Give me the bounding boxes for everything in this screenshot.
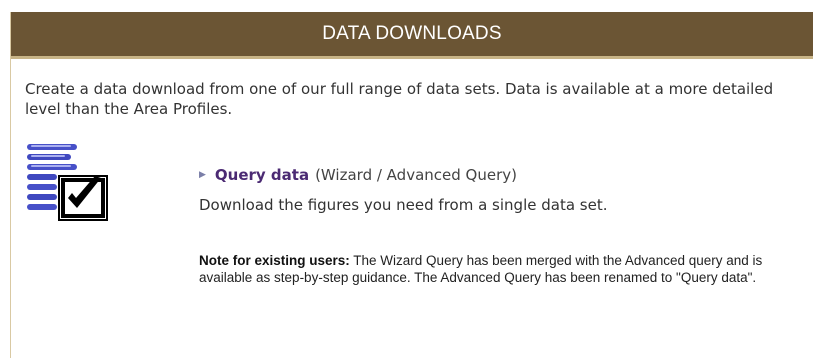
query-data-row: ▶ Query data (Wizard / Advanced Query)	[199, 165, 517, 185]
intro-text: Create a data download from one of our f…	[25, 80, 774, 118]
panel-title: DATA DOWNLOADS	[322, 23, 502, 44]
data-downloads-panel: DATA DOWNLOADS Create a data download fr…	[10, 12, 813, 358]
triangle-right-icon: ▶	[199, 170, 206, 180]
dataset-checkbox-icon	[27, 144, 108, 221]
query-data-link[interactable]: Query data	[215, 165, 309, 185]
query-data-description: Download the figures you need from a sin…	[199, 196, 608, 214]
existing-users-note: Note for existing users: The Wizard Quer…	[199, 252, 811, 286]
query-data-subtitle: (Wizard / Advanced Query)	[315, 166, 517, 184]
panel-header: DATA DOWNLOADS	[11, 12, 813, 59]
note-label: Note for existing users:	[199, 253, 350, 268]
